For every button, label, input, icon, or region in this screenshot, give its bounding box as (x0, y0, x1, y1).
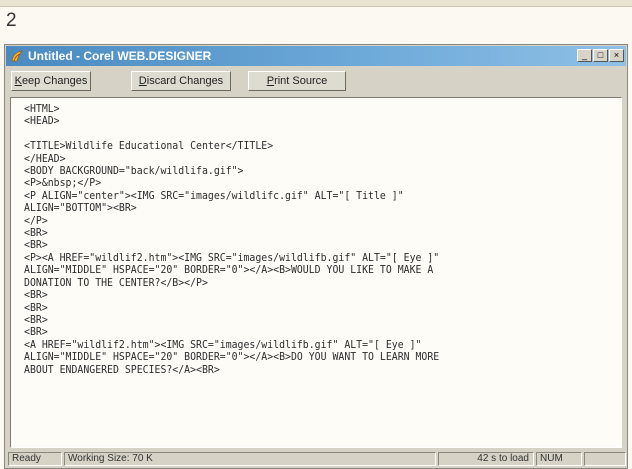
maximize-icon: □ (597, 50, 604, 60)
html-source-editor[interactable]: <HTML> <HEAD> <TITLE>Wildlife Educationa… (10, 97, 622, 448)
print-source-label: rint Source (274, 75, 328, 87)
close-button[interactable]: × (609, 49, 624, 62)
discard-changes-label: iscard Changes (146, 75, 224, 87)
top-strip (0, 0, 632, 7)
figure-number: 2 (6, 10, 17, 31)
status-working-size: Working Size: 70 K (64, 452, 436, 466)
window-controls: _ □ × (576, 49, 624, 62)
corel-app-icon[interactable] (10, 49, 24, 63)
html-source-text[interactable]: <HTML> <HEAD> <TITLE>Wildlife Educationa… (11, 98, 578, 376)
print-source-button[interactable]: Print Source (248, 71, 346, 91)
status-load-time: 42 s to load (438, 452, 534, 466)
keep-changes-label: eep Changes (21, 75, 88, 87)
window-title: Untitled - Corel WEB.DESIGNER (28, 49, 212, 63)
discard-changes-button[interactable]: Discard Changes (131, 71, 231, 91)
status-num-lock: NUM (536, 452, 582, 466)
status-ready: Ready (8, 452, 62, 466)
title-bar[interactable]: Untitled - Corel WEB.DESIGNER _ □ × (6, 46, 626, 66)
keep-changes-mnemonic: K (14, 75, 22, 87)
status-empty-pane (584, 452, 626, 466)
keep-changes-button[interactable]: Keep Changes (11, 71, 91, 91)
toolbar: Keep Changes Discard Changes Print Sourc… (6, 67, 626, 95)
print-source-mnemonic: P (266, 75, 275, 87)
app-window: Untitled - Corel WEB.DESIGNER _ □ × Keep… (4, 44, 628, 469)
minimize-button[interactable]: _ (577, 49, 592, 62)
discard-changes-mnemonic: D (138, 75, 147, 87)
minimize-icon: _ (581, 50, 587, 60)
close-icon: × (613, 50, 620, 60)
status-bar: Ready Working Size: 70 K 42 s to load NU… (6, 450, 626, 468)
maximize-button[interactable]: □ (593, 49, 608, 62)
